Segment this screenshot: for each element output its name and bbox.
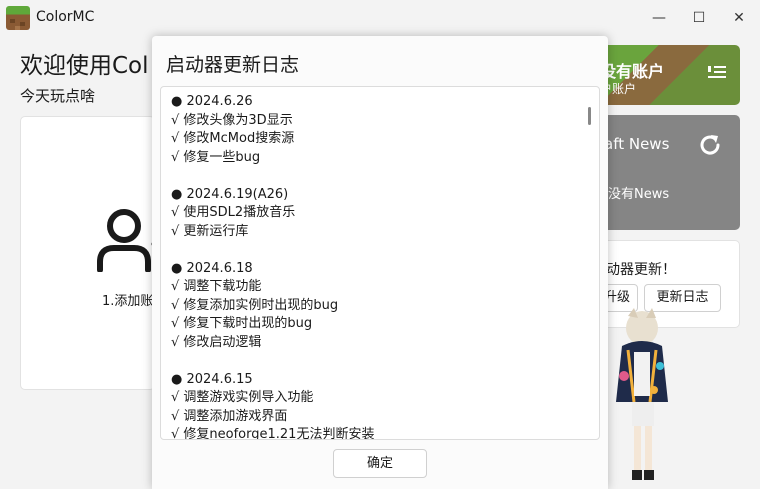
changelog-entry: ● 2024.6.18 √ 调整下载功能 √ 修复添加实例时出现的bug √ 修复下载…	[171, 260, 571, 353]
minimize-button[interactable]: —	[644, 4, 674, 32]
close-button[interactable]: ✕	[724, 4, 754, 32]
refresh-icon[interactable]	[697, 132, 723, 158]
changelog-content: ● 2024.6.26 √ 修改头像为3D显示 √ 修改McMod搜索源 √ 修复一些…	[171, 93, 571, 440]
account-list-icon	[708, 66, 726, 78]
changelog-entry: ● 2024.6.19(A26) √ 使用SDL2播放音乐 √ 更新运行库	[171, 186, 571, 242]
dialog-title: 启动器更新日志	[166, 54, 300, 76]
character-illustration	[616, 308, 668, 480]
changelog-item: √ 修改McMod搜索源	[171, 131, 295, 146]
app-title: ColorMC	[36, 9, 95, 25]
changelog-date: ● 2024.6.15	[171, 371, 253, 387]
changelog-scroll-area[interactable]: ● 2024.6.26 √ 修改头像为3D显示 √ 修改McMod搜索源 √ 修复一些…	[160, 86, 600, 440]
add-account-label: 1.添加账	[102, 294, 154, 309]
changelog-item: √ 修复添加实例时出现的bug	[171, 297, 339, 313]
account-card-title: 没有账户	[600, 62, 665, 81]
news-card-title: aft News	[604, 135, 670, 153]
changelog-item: √ 调整添加游戏界面	[171, 408, 288, 424]
changelog-item: √ 调整下载功能	[171, 279, 262, 294]
changelog-entry: ● 2024.6.15 √ 调整游戏实例导入功能 √ 调整添加游戏界面 √ 修复neo…	[171, 371, 571, 440]
app-logo-icon	[6, 6, 30, 30]
changelog-item: √ 使用SDL2播放音乐	[171, 205, 296, 220]
changelog-item: √ 修复neoforge1.21无法判断安装	[171, 427, 375, 440]
news-empty-text: 没有News	[608, 187, 670, 202]
changelog-item: √ 调整游戏实例导入功能	[171, 390, 314, 405]
changelog-item: √ 更新运行库	[171, 223, 249, 239]
welcome-subtitle: 今天玩点啥	[20, 87, 96, 105]
changelog-dialog: 启动器更新日志 ● 2024.6.26 √ 修改头像为3D显示 √ 修改McMod搜…	[152, 36, 608, 489]
welcome-heading: 欢迎使用Col	[20, 53, 149, 79]
changelog-date: ● 2024.6.18	[171, 260, 253, 276]
maximize-button[interactable]: ☐	[684, 4, 714, 32]
changelog-item: √ 修改启动逻辑	[171, 334, 262, 350]
changelog-item: √ 修改头像为3D显示	[171, 112, 293, 128]
title-bar: ColorMC — ☐ ✕	[0, 0, 760, 36]
scrollbar-thumb[interactable]	[588, 107, 591, 125]
changelog-item: √ 修复一些bug	[171, 149, 261, 165]
changelog-date: ● 2024.6.26	[171, 94, 253, 109]
confirm-button[interactable]: 确定	[333, 449, 427, 478]
changelog-date: ● 2024.6.19(A26)	[171, 186, 289, 202]
update-card-title: 动器更新！	[606, 262, 676, 278]
changelog-entry: ● 2024.6.26 √ 修改头像为3D显示 √ 修改McMod搜索源 √ 修复一些…	[171, 93, 571, 167]
changelog-item: √ 修复下载时出现的bug	[171, 316, 313, 331]
person-icon	[97, 209, 157, 272]
